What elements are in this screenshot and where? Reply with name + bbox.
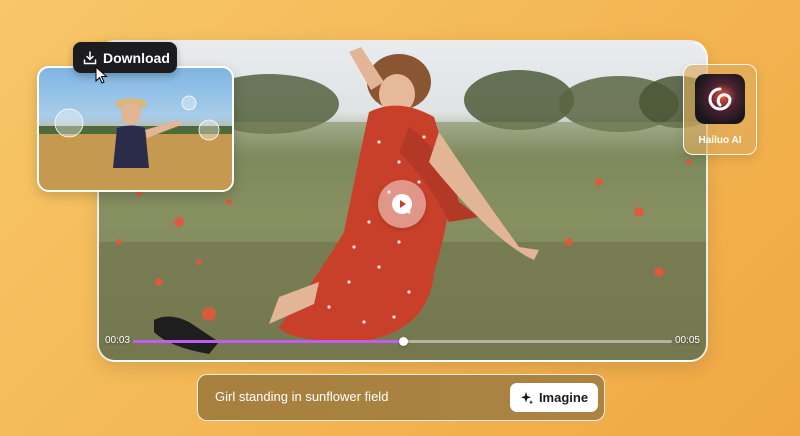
- progress-bar[interactable]: [133, 337, 672, 346]
- download-label: Download: [103, 49, 170, 66]
- ai-model-card[interactable]: Hailuo AI: [683, 64, 757, 155]
- download-button[interactable]: Download: [73, 42, 177, 73]
- prompt-input[interactable]: Girl standing in sunflower field: [215, 389, 388, 404]
- thumbnail-image: [39, 95, 232, 190]
- mouse-cursor-icon: [95, 66, 108, 84]
- progress-fill: [133, 340, 403, 343]
- download-icon: [83, 50, 97, 64]
- play-icon: [392, 194, 412, 214]
- progress-handle[interactable]: [398, 337, 408, 346]
- sparkle-icon: [520, 391, 533, 404]
- hailuo-logo-icon: [695, 74, 745, 124]
- imagine-button[interactable]: Imagine: [510, 383, 598, 412]
- source-image-thumbnail[interactable]: [37, 66, 234, 192]
- imagine-label: Imagine: [538, 390, 589, 405]
- play-button[interactable]: [378, 180, 426, 228]
- duration-time: 00:05: [674, 335, 700, 346]
- current-time: 00:03: [105, 335, 131, 346]
- ai-model-label: Hailuo AI: [698, 135, 742, 146]
- prompt-bar[interactable]: Girl standing in sunflower field Imagine: [197, 374, 605, 421]
